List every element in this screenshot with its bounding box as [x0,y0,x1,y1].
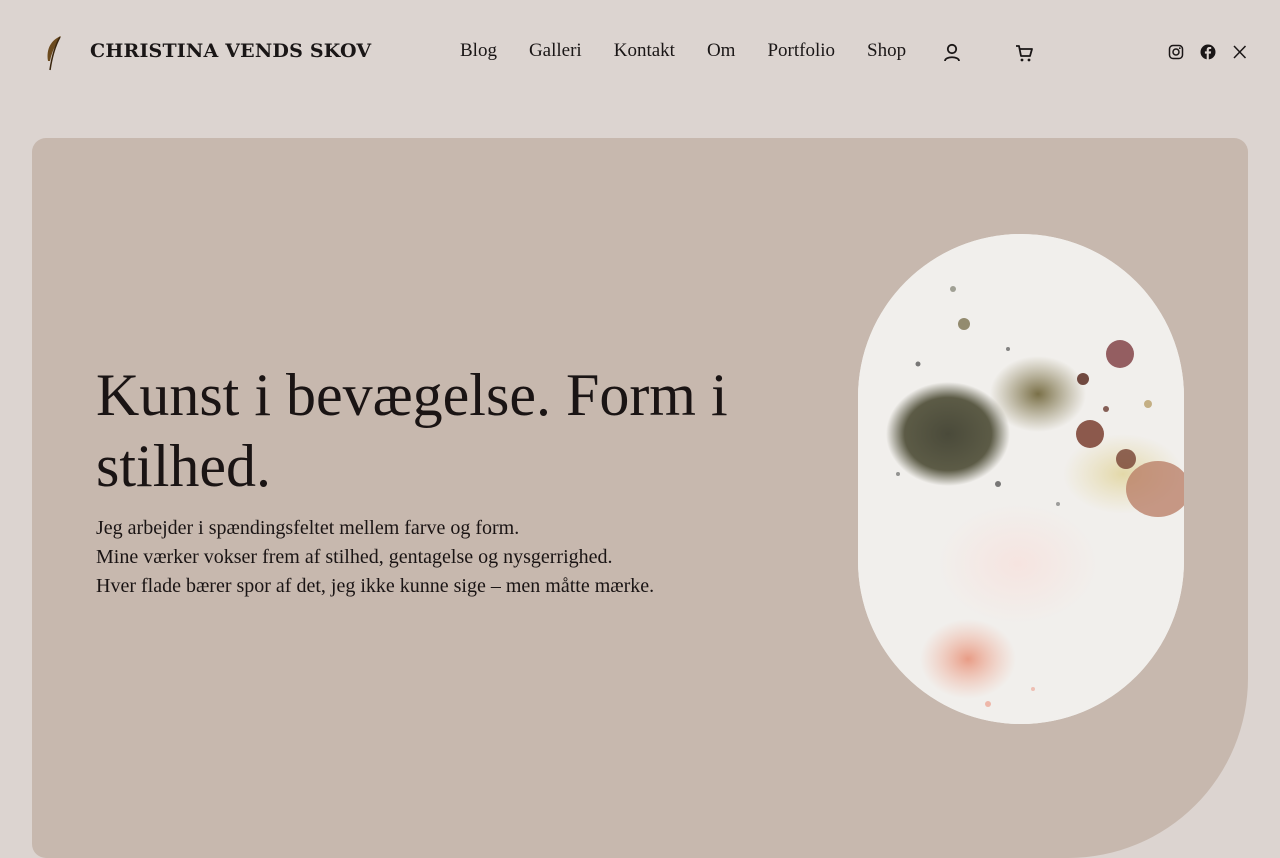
hero-text: Jeg arbejder i spændingsfeltet mellem fa… [96,514,796,601]
hero-text-line: Mine værker vokser frem af stilhed, gent… [96,546,613,568]
hero-text-line: Hver flade bærer spor af det, jeg ikke k… [96,575,655,597]
nav-item-kontakt[interactable]: Kontakt [614,40,675,62]
hero-text-line: Jeg arbejder i spændingsfeltet mellem fa… [96,517,520,539]
nav-item-om[interactable]: Om [707,40,736,62]
site-title[interactable]: CHRISTINA VENDS SKOV [90,40,371,62]
nav-item-galleri[interactable]: Galleri [529,40,582,62]
feather-icon[interactable] [42,34,64,72]
facebook-icon[interactable] [1200,44,1216,60]
main-nav: Blog Galleri Kontakt Om Portfolio Shop [460,40,906,62]
hero-headline: Kunst i bevægelse. Form i stilhed. [96,362,728,499]
nav-item-blog[interactable]: Blog [460,40,497,62]
site-header: CHRISTINA VENDS SKOV Blog Galleri Kontak… [0,0,1280,106]
hero-section: Kunst i bevægelse. Form i stilhed. Jeg a… [32,138,1248,858]
account-icon[interactable] [942,42,962,64]
cart-icon[interactable] [1014,43,1034,63]
pigment-powder-image [858,234,1184,724]
x-icon[interactable] [1232,44,1248,60]
nav-item-portfolio[interactable]: Portfolio [767,40,835,62]
instagram-icon[interactable] [1168,44,1184,60]
nav-item-shop[interactable]: Shop [867,40,906,62]
hero-image-pigments [858,234,1184,724]
